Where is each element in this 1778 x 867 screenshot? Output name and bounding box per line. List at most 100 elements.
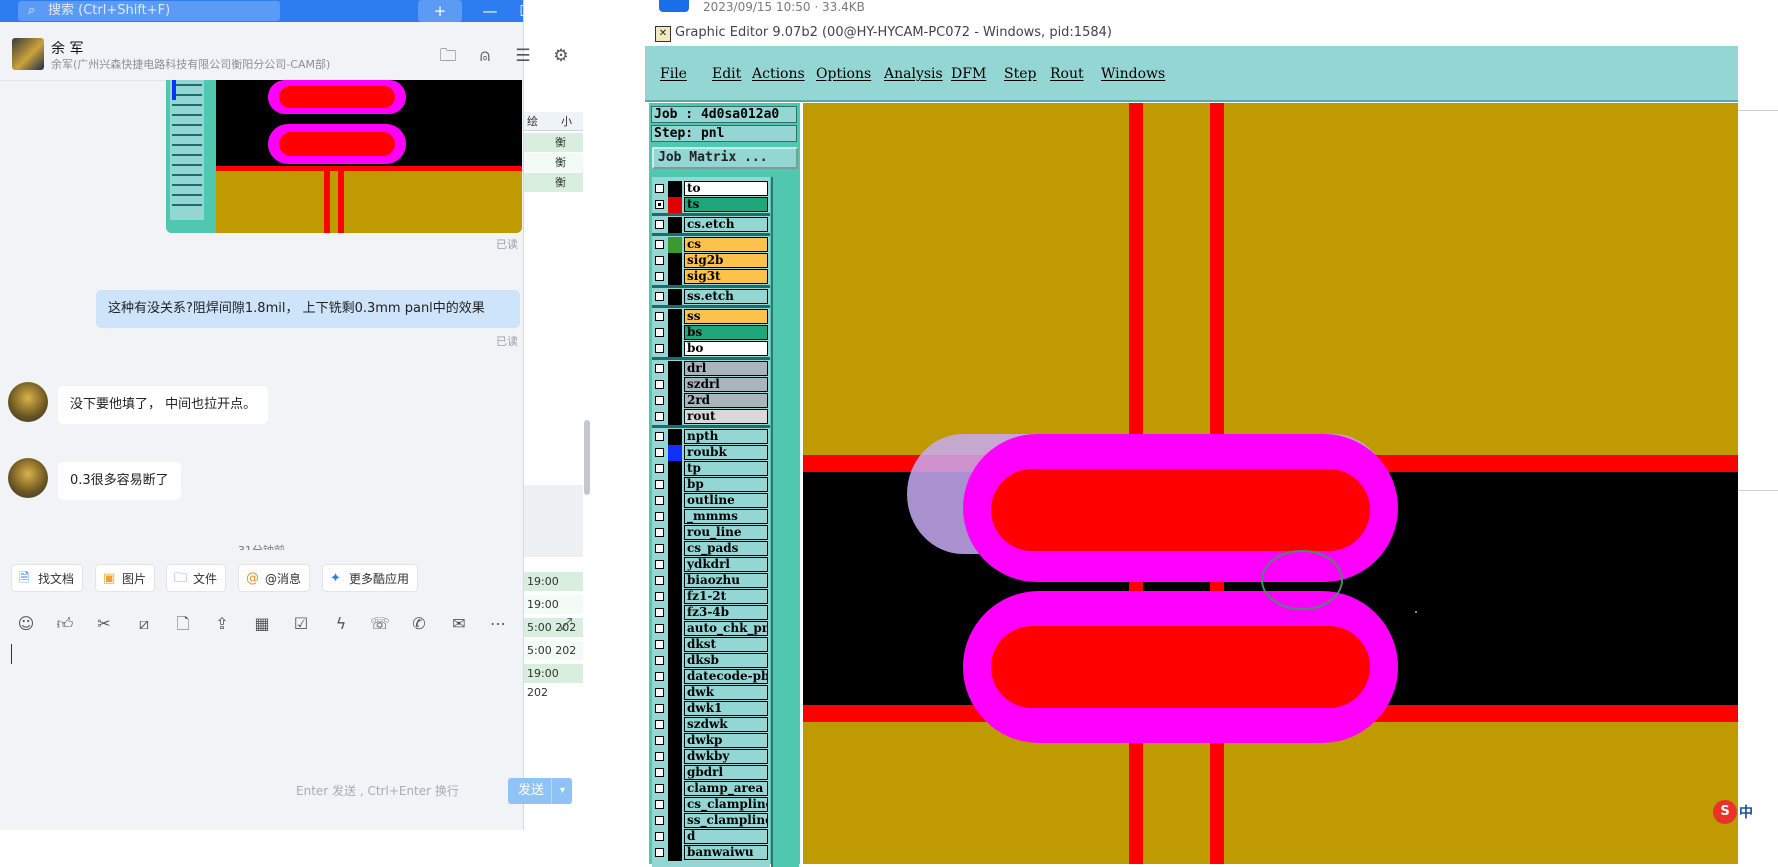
layer-checkbox[interactable] [655, 272, 664, 281]
emoji-icon[interactable]: ☺ [14, 610, 38, 638]
layer-row[interactable]: drl [652, 361, 770, 377]
mail-icon[interactable]: ✉ [447, 610, 471, 638]
layer-checkbox[interactable] [655, 312, 664, 321]
layer-row[interactable]: fz1-2t [652, 589, 770, 605]
layer-name[interactable]: cs.etch [684, 217, 768, 232]
layer-checkbox[interactable] [655, 816, 664, 825]
more-apps-button[interactable]: ✦ 更多酷应用 [322, 564, 419, 592]
layer-checkbox[interactable] [655, 344, 664, 353]
layer-row[interactable]: dwkby [652, 749, 770, 765]
slash-command-icon[interactable]: ⧄ [132, 610, 156, 638]
layer-row[interactable]: cs_clampline [652, 797, 770, 813]
sheet-cell[interactable]: 5:00 202 [523, 641, 583, 660]
sheet-cell[interactable]: 19:00 202 [523, 664, 583, 699]
add-member-icon[interactable]: ⍝ [474, 45, 496, 67]
layer-row[interactable]: szdwk [652, 717, 770, 733]
expand-icon[interactable]: ⤢ [554, 610, 578, 638]
calendar-icon[interactable]: ▦ [250, 610, 274, 638]
layer-checkbox[interactable] [655, 364, 664, 373]
layer-name[interactable]: clamp_area [684, 781, 768, 796]
layer-row[interactable]: bp [652, 477, 770, 493]
layer-name[interactable]: bp [684, 477, 768, 492]
menu-file[interactable]: File [660, 66, 687, 82]
job-matrix-button[interactable]: Job Matrix ... [652, 147, 798, 169]
image-message[interactable] [166, 80, 522, 233]
layer-name[interactable]: szdrl [684, 377, 768, 392]
search-history-icon[interactable]: ☰ [512, 45, 534, 67]
layer-checkbox[interactable] [655, 380, 664, 389]
layer-name[interactable]: bo [684, 341, 768, 356]
layer-checkbox[interactable] [655, 496, 664, 505]
layer-name[interactable]: ss_clampline [684, 813, 768, 828]
layer-row[interactable]: to [652, 181, 770, 197]
layer-checkbox[interactable] [655, 328, 664, 337]
scissors-icon[interactable]: ✂ [92, 610, 116, 638]
pcb-canvas[interactable] [803, 103, 1738, 864]
layer-name[interactable]: cs_clampline [684, 797, 768, 812]
thumbs-up-icon[interactable]: 👍︎ [53, 610, 77, 638]
layer-checkbox[interactable] [655, 592, 664, 601]
layer-checkbox[interactable] [655, 704, 664, 713]
send-options-dropdown[interactable]: ▾ [551, 778, 573, 804]
layer-row[interactable]: cs.etch [652, 217, 770, 233]
layer-name[interactable]: ss [684, 309, 768, 324]
layer-name[interactable]: rout [684, 409, 768, 424]
layer-name[interactable]: szdwk [684, 717, 768, 732]
layer-checkbox[interactable] [655, 640, 664, 649]
layer-checkbox[interactable] [655, 624, 664, 633]
layer-checkbox[interactable] [655, 528, 664, 537]
contact-avatar[interactable] [12, 38, 44, 70]
layer-checkbox[interactable] [655, 240, 664, 249]
doc-add-icon[interactable]: 🗋 [171, 610, 195, 638]
menu-actions[interactable]: Actions [752, 66, 805, 82]
menu-analysis[interactable]: Analysis [884, 66, 943, 82]
layer-row[interactable]: gbdrl [652, 765, 770, 781]
layer-row[interactable]: cs_pads [652, 541, 770, 557]
layer-name[interactable]: drl [684, 361, 768, 376]
layer-name[interactable]: ts [684, 197, 768, 212]
layer-row[interactable]: rou_line [652, 525, 770, 541]
layer-row[interactable]: dwkp [652, 733, 770, 749]
layer-row[interactable]: sig2b [652, 253, 770, 269]
layer-row[interactable]: _mmms [652, 509, 770, 525]
menu-dfm[interactable]: DFM [951, 66, 986, 82]
layer-row[interactable]: rout [652, 409, 770, 425]
sheet-cell[interactable]: 衡 [523, 173, 583, 192]
more-icon[interactable]: ⋯ [486, 610, 510, 638]
message-input[interactable]: Enter 发送 , Ctrl+Enter 换行 发送 ▾ [0, 640, 572, 830]
layer-name[interactable]: npth [684, 429, 768, 444]
upload-icon[interactable]: ⇪ [210, 610, 234, 638]
layer-name[interactable]: to [684, 181, 768, 196]
close-button[interactable]: ✕ [552, 0, 576, 22]
layer-name[interactable]: ydkdrl [684, 557, 768, 572]
layer-checkbox[interactable] [655, 672, 664, 681]
layer-checkbox[interactable] [655, 736, 664, 745]
message-bubble-other[interactable]: 0.3很多容易断了 [58, 462, 181, 500]
maximize-button[interactable]: ☐ [514, 0, 538, 22]
layer-row[interactable]: sig3t [652, 269, 770, 285]
layer-name[interactable]: _mmms [684, 509, 768, 524]
layer-row[interactable]: dwk1 [652, 701, 770, 717]
layer-name[interactable]: outline [684, 493, 768, 508]
layer-checkbox[interactable] [655, 412, 664, 421]
layer-row[interactable]: 2rd [652, 393, 770, 409]
call-icon[interactable]: ✆ [407, 610, 431, 638]
layer-name[interactable]: dwk1 [684, 701, 768, 716]
layer-name[interactable]: 2rd [684, 393, 768, 408]
layer-name[interactable]: datecode-pbe [684, 669, 768, 684]
layer-name[interactable]: fz1-2t [684, 589, 768, 604]
layer-row[interactable]: bo [652, 341, 770, 357]
layer-name[interactable]: fz3-4b [684, 605, 768, 620]
layer-checkbox[interactable] [655, 688, 664, 697]
minimize-button[interactable]: — [478, 0, 502, 22]
contact-name[interactable]: 余 军 [51, 38, 83, 58]
layer-checkbox[interactable] [655, 200, 664, 209]
layer-row[interactable]: auto_chk_pnl [652, 621, 770, 637]
layer-checkbox[interactable] [655, 800, 664, 809]
lightning-icon[interactable]: ϟ [329, 610, 353, 638]
task-check-icon[interactable]: ☑ [289, 610, 313, 638]
layer-row[interactable]: outline [652, 493, 770, 509]
layer-checkbox[interactable] [655, 396, 664, 405]
contact-avatar-small[interactable] [8, 382, 48, 422]
layer-row[interactable]: ydkdrl [652, 557, 770, 573]
